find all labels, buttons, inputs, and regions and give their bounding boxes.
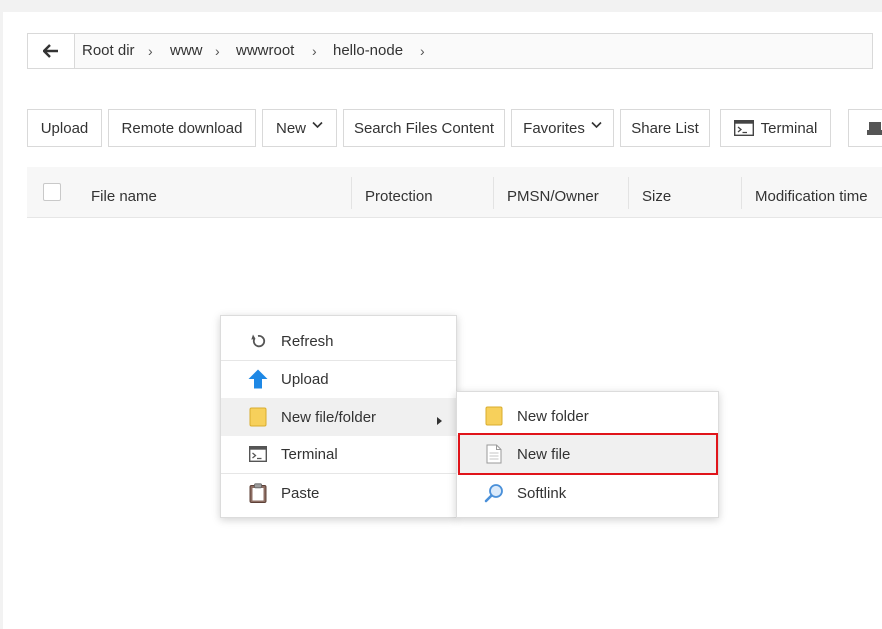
remote-download-button[interactable]: Remote download — [108, 109, 256, 147]
file-table-header: File name Protection PMSN/Owner Size Mod… — [27, 167, 882, 218]
upload-arrow-icon — [248, 369, 268, 389]
select-all-checkbox[interactable] — [43, 183, 61, 201]
share-list-label: Share List — [631, 119, 699, 137]
column-pmsn-owner[interactable]: PMSN/Owner — [507, 167, 599, 217]
hard-drive-icon — [867, 122, 882, 135]
chevron-right-icon: › — [420, 43, 425, 59]
column-divider — [628, 177, 629, 209]
column-size[interactable]: Size — [642, 167, 671, 217]
menu-item-upload[interactable]: Upload — [221, 361, 456, 397]
submenu-item-softlink[interactable]: Softlink — [457, 474, 718, 512]
column-divider — [351, 177, 352, 209]
chevron-right-icon: › — [312, 43, 317, 59]
folder-icon — [484, 406, 504, 426]
breadcrumb: Root dir › www › wwwroot › hello-node › — [27, 33, 873, 69]
context-menu: Refresh Upload New file/folder Terminal … — [220, 315, 457, 518]
clipboard-icon — [248, 483, 268, 503]
refresh-icon — [248, 331, 268, 351]
column-protection[interactable]: Protection — [365, 167, 433, 217]
column-file-name[interactable]: File name — [91, 167, 157, 217]
column-modification-time[interactable]: Modification time — [755, 167, 868, 217]
column-divider — [741, 177, 742, 209]
terminal-icon — [248, 444, 268, 464]
menu-item-paste[interactable]: Paste — [221, 474, 456, 512]
highlight-box — [458, 433, 718, 475]
submenu-item-label: Softlink — [517, 484, 567, 502]
chevron-right-icon: › — [215, 43, 220, 59]
softlink-icon — [484, 483, 504, 503]
search-files-content-button[interactable]: Search Files Content — [343, 109, 505, 147]
share-list-button[interactable]: Share List — [620, 109, 710, 147]
column-divider — [493, 177, 494, 209]
submenu-item-label: New folder — [517, 407, 589, 425]
breadcrumb-root[interactable]: Root dir — [82, 34, 135, 68]
new-dropdown-button[interactable]: New — [262, 109, 337, 147]
folder-icon — [248, 407, 268, 427]
menu-item-label: Upload — [281, 370, 329, 388]
chevron-down-icon — [312, 121, 323, 129]
menu-item-refresh[interactable]: Refresh — [221, 323, 456, 359]
terminal-label: Terminal — [760, 119, 818, 137]
favorites-label: Favorites — [523, 119, 585, 137]
breadcrumb-www[interactable]: www — [170, 34, 203, 68]
upload-button-label: Upload — [40, 119, 89, 137]
chevron-down-icon — [591, 121, 602, 129]
breadcrumb-wwwroot[interactable]: wwwroot — [236, 34, 294, 68]
menu-item-label: Paste — [281, 484, 320, 502]
chevron-right-icon: › — [148, 43, 153, 59]
disk-button[interactable] — [848, 109, 882, 147]
new-button-label: New — [275, 119, 306, 137]
terminal-icon — [733, 120, 754, 136]
terminal-button[interactable]: Terminal — [720, 109, 831, 147]
back-button[interactable] — [28, 34, 75, 68]
menu-item-terminal[interactable]: Terminal — [221, 436, 456, 472]
menu-item-label: Refresh — [281, 332, 334, 350]
submenu-arrow-icon — [437, 412, 442, 429]
arrow-left-icon — [43, 44, 58, 58]
remote-download-label: Remote download — [121, 119, 243, 137]
search-files-content-label: Search Files Content — [353, 119, 495, 137]
breadcrumb-hello-node[interactable]: hello-node — [333, 34, 403, 68]
submenu-item-new-folder[interactable]: New folder — [457, 398, 718, 434]
upload-button[interactable]: Upload — [27, 109, 102, 147]
menu-item-new-file-folder[interactable]: New file/folder — [221, 398, 456, 436]
favorites-dropdown-button[interactable]: Favorites — [511, 109, 614, 147]
menu-item-label: Terminal — [281, 445, 338, 463]
menu-item-label: New file/folder — [281, 408, 377, 426]
